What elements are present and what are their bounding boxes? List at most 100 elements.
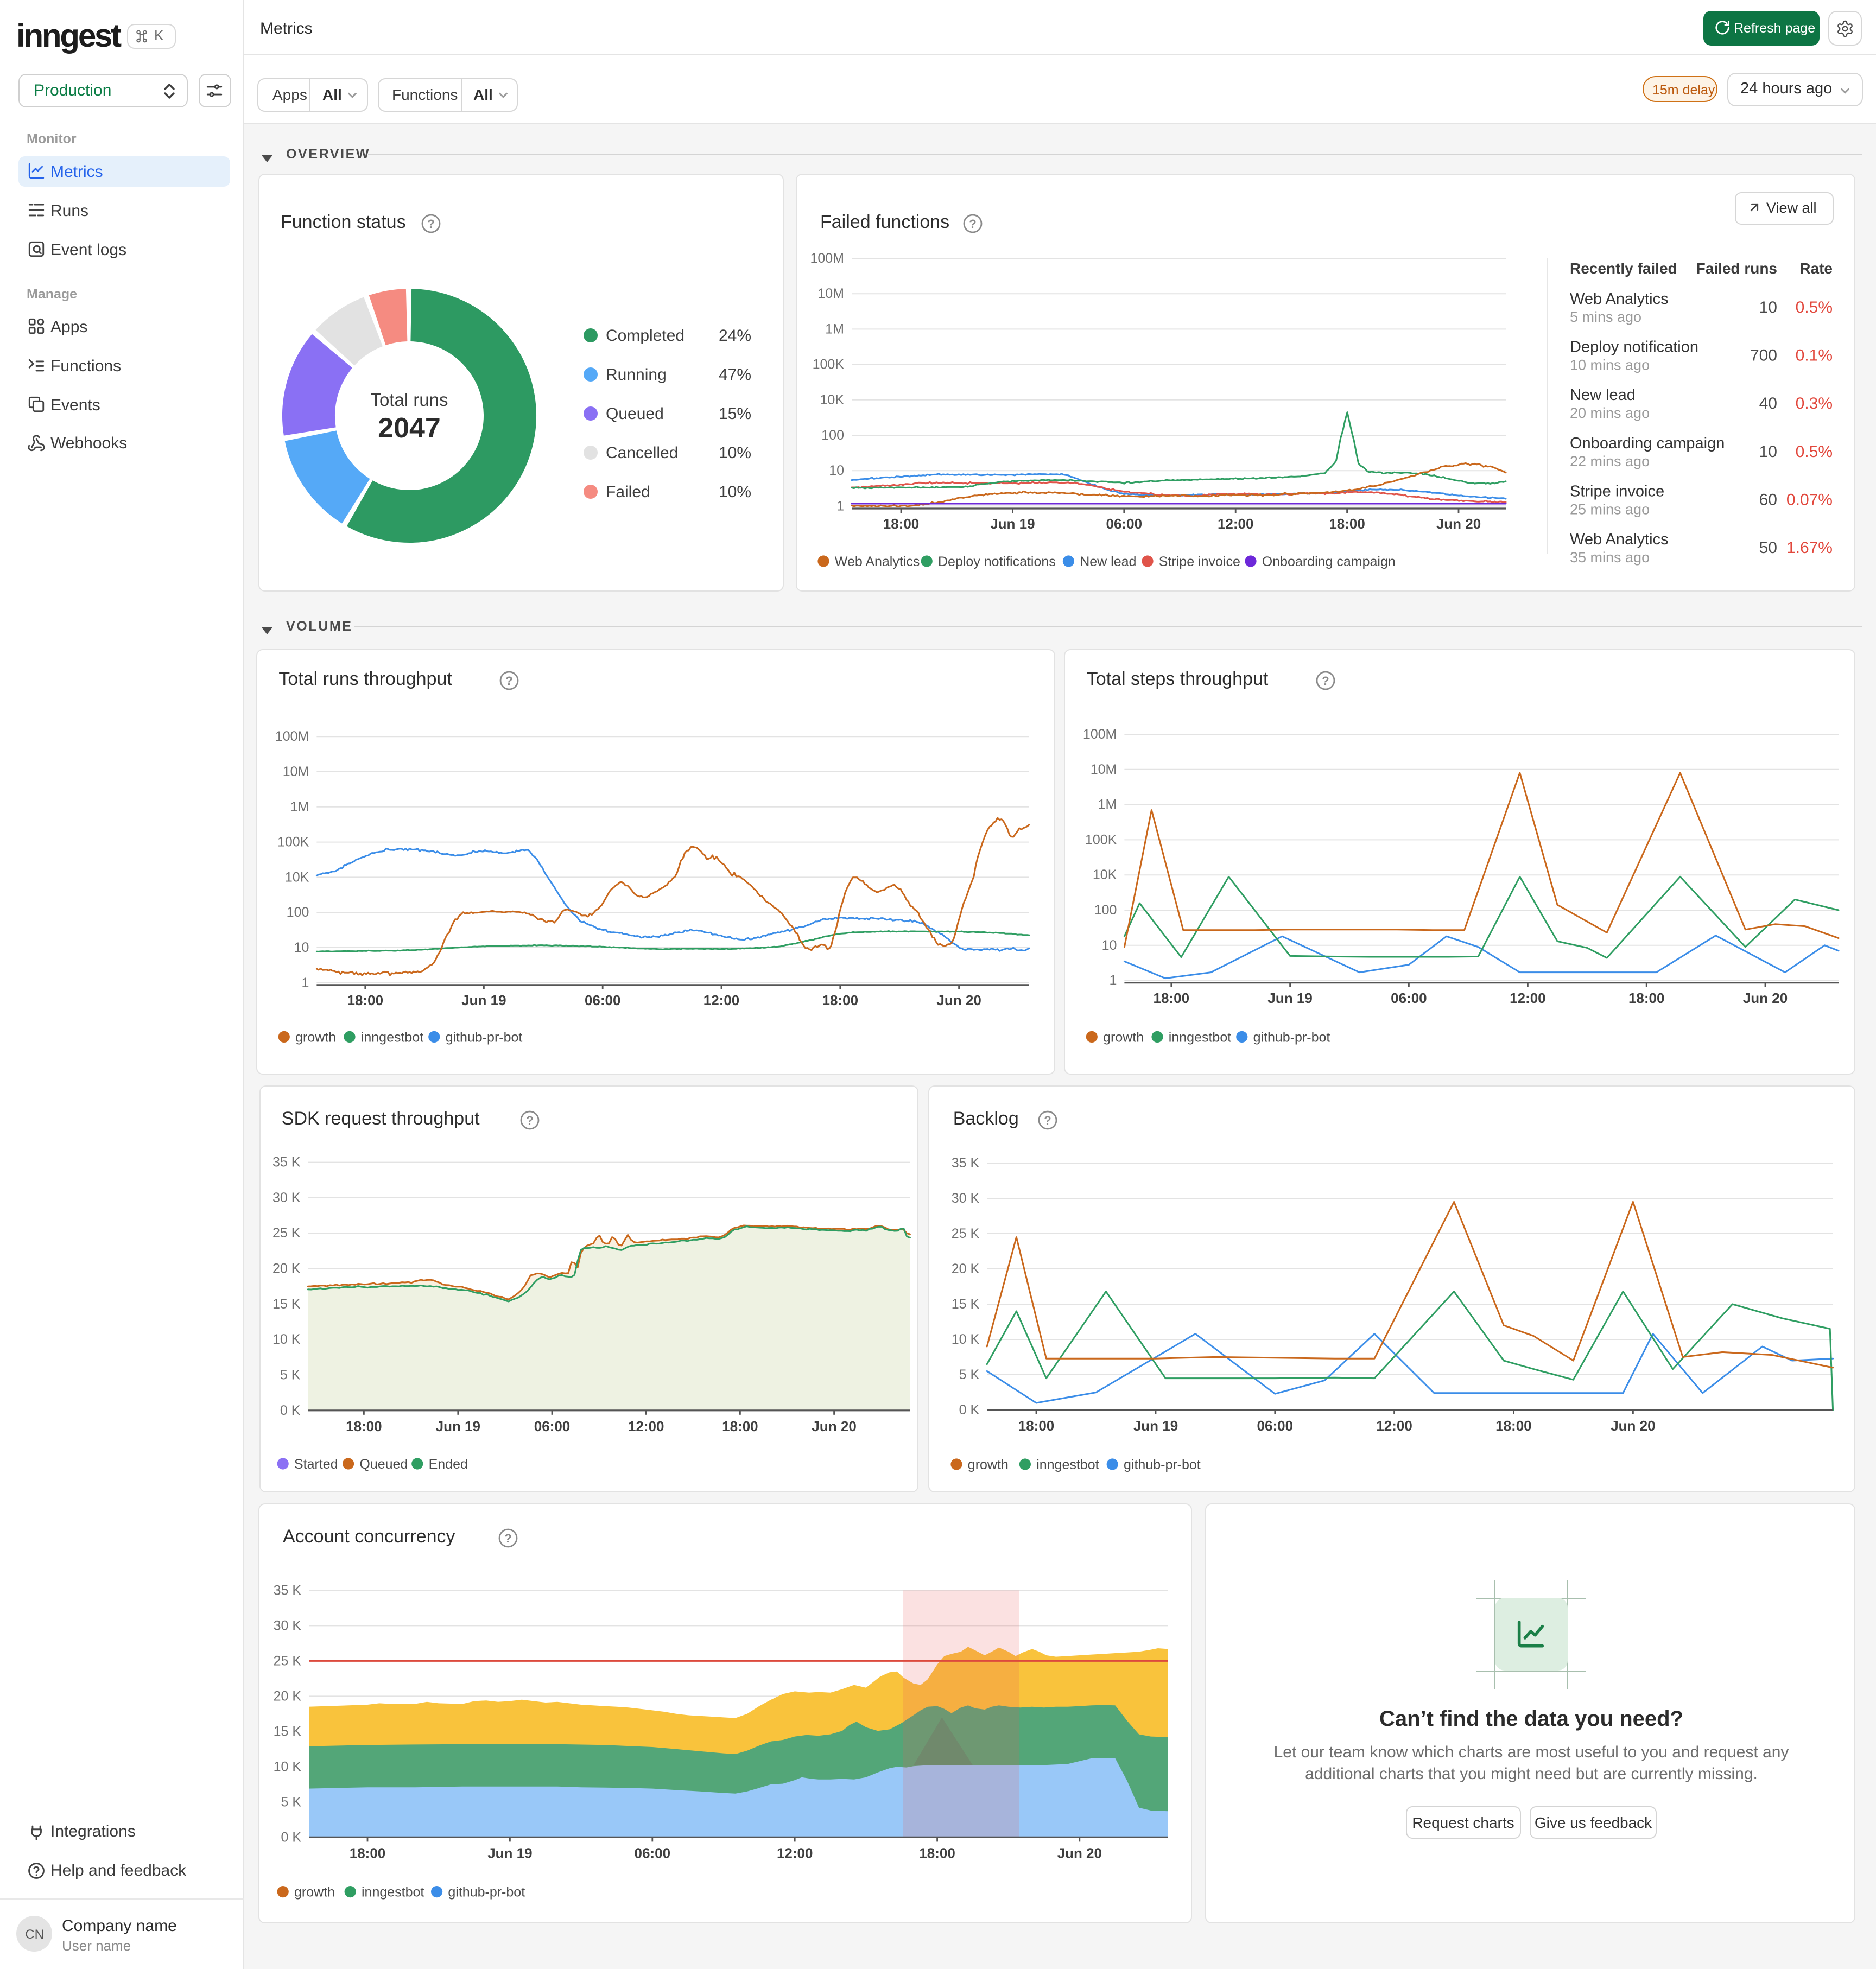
svg-text:Jun 19: Jun 19 [1134,1418,1178,1434]
svg-text:10 K: 10 K [272,1332,301,1347]
svg-text:0.3%: 0.3% [1796,395,1833,412]
svg-text:Jun 19: Jun 19 [487,1845,532,1861]
svg-text:10M: 10M [1091,762,1118,777]
svg-text:100K: 100K [277,835,309,850]
svg-text:06:00: 06:00 [534,1418,571,1434]
svg-text:20 mins ago: 20 mins ago [1570,405,1650,421]
svg-text:github-pr-bot: github-pr-bot [1124,1457,1201,1472]
svg-text:Jun 19: Jun 19 [1268,990,1313,1006]
svg-text:24%: 24% [719,327,751,345]
svg-text:2047: 2047 [378,412,441,444]
svg-text:10 K: 10 K [274,1759,302,1774]
svg-text:18:00: 18:00 [346,1418,382,1434]
svg-text:Web Analytics: Web Analytics [1570,531,1669,548]
svg-text:5 mins ago: 5 mins ago [1570,309,1642,325]
svg-text:12:00: 12:00 [777,1845,813,1861]
svg-text:github-pr-bot: github-pr-bot [1253,1030,1330,1045]
svg-text:18:00: 18:00 [1019,1418,1055,1434]
svg-text:Deploy notifications: Deploy notifications [938,554,1056,569]
svg-text:18:00: 18:00 [350,1845,386,1861]
svg-text:Jun 20: Jun 20 [937,992,981,1008]
svg-text:06:00: 06:00 [1257,1418,1294,1434]
svg-text:Recently failed: Recently failed [1570,260,1677,277]
svg-text:Ended: Ended [428,1457,467,1472]
svg-text:5 K: 5 K [280,1367,301,1382]
svg-text:Queued: Queued [606,405,664,423]
svg-text:18:00: 18:00 [1629,990,1665,1006]
svg-text:18:00: 18:00 [822,992,859,1008]
svg-text:10M: 10M [283,764,309,779]
svg-text:Failed: Failed [606,483,650,501]
svg-text:12:00: 12:00 [628,1418,664,1434]
svg-text:12:00: 12:00 [1377,1418,1413,1434]
svg-text:inngestbot: inngestbot [1037,1457,1099,1472]
svg-text:1M: 1M [290,799,309,815]
svg-text:1.67%: 1.67% [1786,539,1833,557]
svg-text:Jun 20: Jun 20 [1436,516,1481,532]
svg-text:25 K: 25 K [274,1653,302,1668]
svg-text:10K: 10K [1093,867,1118,882]
svg-text:20 K: 20 K [952,1261,980,1276]
svg-text:10 mins ago: 10 mins ago [1570,357,1650,373]
svg-text:15 K: 15 K [952,1297,980,1312]
svg-text:Queued: Queued [359,1457,408,1472]
svg-text:inngestbot: inngestbot [361,1030,423,1045]
svg-text:New lead: New lead [1080,554,1136,569]
svg-text:15%: 15% [719,405,751,423]
svg-text:0 K: 0 K [280,1403,301,1418]
svg-text:Web Analytics: Web Analytics [835,554,920,569]
svg-text:github-pr-bot: github-pr-bot [446,1030,523,1045]
svg-text:Started: Started [294,1457,338,1472]
svg-text:5 K: 5 K [281,1794,301,1809]
svg-text:22 mins ago: 22 mins ago [1570,453,1650,469]
svg-text:Jun 20: Jun 20 [1611,1418,1656,1434]
svg-text:Jun 19: Jun 19 [462,992,506,1008]
svg-text:100M: 100M [1083,727,1118,742]
svg-text:30 K: 30 K [272,1190,301,1205]
svg-text:18:00: 18:00 [1496,1418,1532,1434]
svg-text:100K: 100K [1086,832,1118,847]
svg-text:100M: 100M [275,729,309,744]
svg-text:0 K: 0 K [281,1830,301,1845]
svg-text:Jun 20: Jun 20 [812,1418,856,1434]
svg-text:06:00: 06:00 [635,1845,671,1861]
svg-text:Jun 19: Jun 19 [435,1418,480,1434]
svg-text:700: 700 [1750,347,1777,365]
svg-text:100: 100 [1094,903,1117,918]
svg-text:100: 100 [821,428,844,443]
svg-text:10: 10 [1759,298,1777,316]
svg-text:10K: 10K [820,392,845,408]
svg-text:5 K: 5 K [959,1367,980,1382]
svg-text:Web Analytics: Web Analytics [1570,290,1669,308]
svg-text:25 mins ago: 25 mins ago [1570,501,1650,517]
svg-text:1M: 1M [825,321,844,336]
svg-text:0.1%: 0.1% [1796,347,1833,365]
svg-text:Deploy notification: Deploy notification [1570,339,1698,356]
svg-text:10: 10 [829,463,844,478]
svg-text:100: 100 [287,905,309,920]
svg-text:25 K: 25 K [272,1225,301,1241]
svg-text:10 K: 10 K [952,1332,980,1347]
svg-text:0 K: 0 K [959,1402,980,1418]
svg-text:Failed runs: Failed runs [1696,260,1777,277]
svg-text:inngestbot: inngestbot [1169,1030,1232,1045]
svg-text:Jun 20: Jun 20 [1744,990,1788,1006]
svg-text:10K: 10K [285,869,309,885]
svg-text:18:00: 18:00 [883,516,920,532]
svg-text:100K: 100K [813,357,845,372]
svg-text:06:00: 06:00 [1391,990,1428,1006]
svg-text:growth: growth [968,1457,1009,1472]
svg-text:Onboarding campaign: Onboarding campaign [1570,435,1725,452]
svg-text:0.07%: 0.07% [1786,491,1833,509]
svg-text:60: 60 [1759,491,1777,509]
svg-text:growth: growth [295,1030,336,1045]
svg-text:inngestbot: inngestbot [362,1885,424,1900]
svg-text:10%: 10% [719,444,751,462]
svg-text:15 K: 15 K [272,1297,301,1312]
svg-text:Stripe invoice: Stripe invoice [1159,554,1240,569]
svg-text:growth: growth [1104,1030,1144,1045]
svg-text:Rate: Rate [1799,260,1833,277]
svg-text:Stripe invoice: Stripe invoice [1570,482,1664,500]
svg-text:30 K: 30 K [952,1191,980,1206]
svg-text:0.5%: 0.5% [1796,298,1833,316]
